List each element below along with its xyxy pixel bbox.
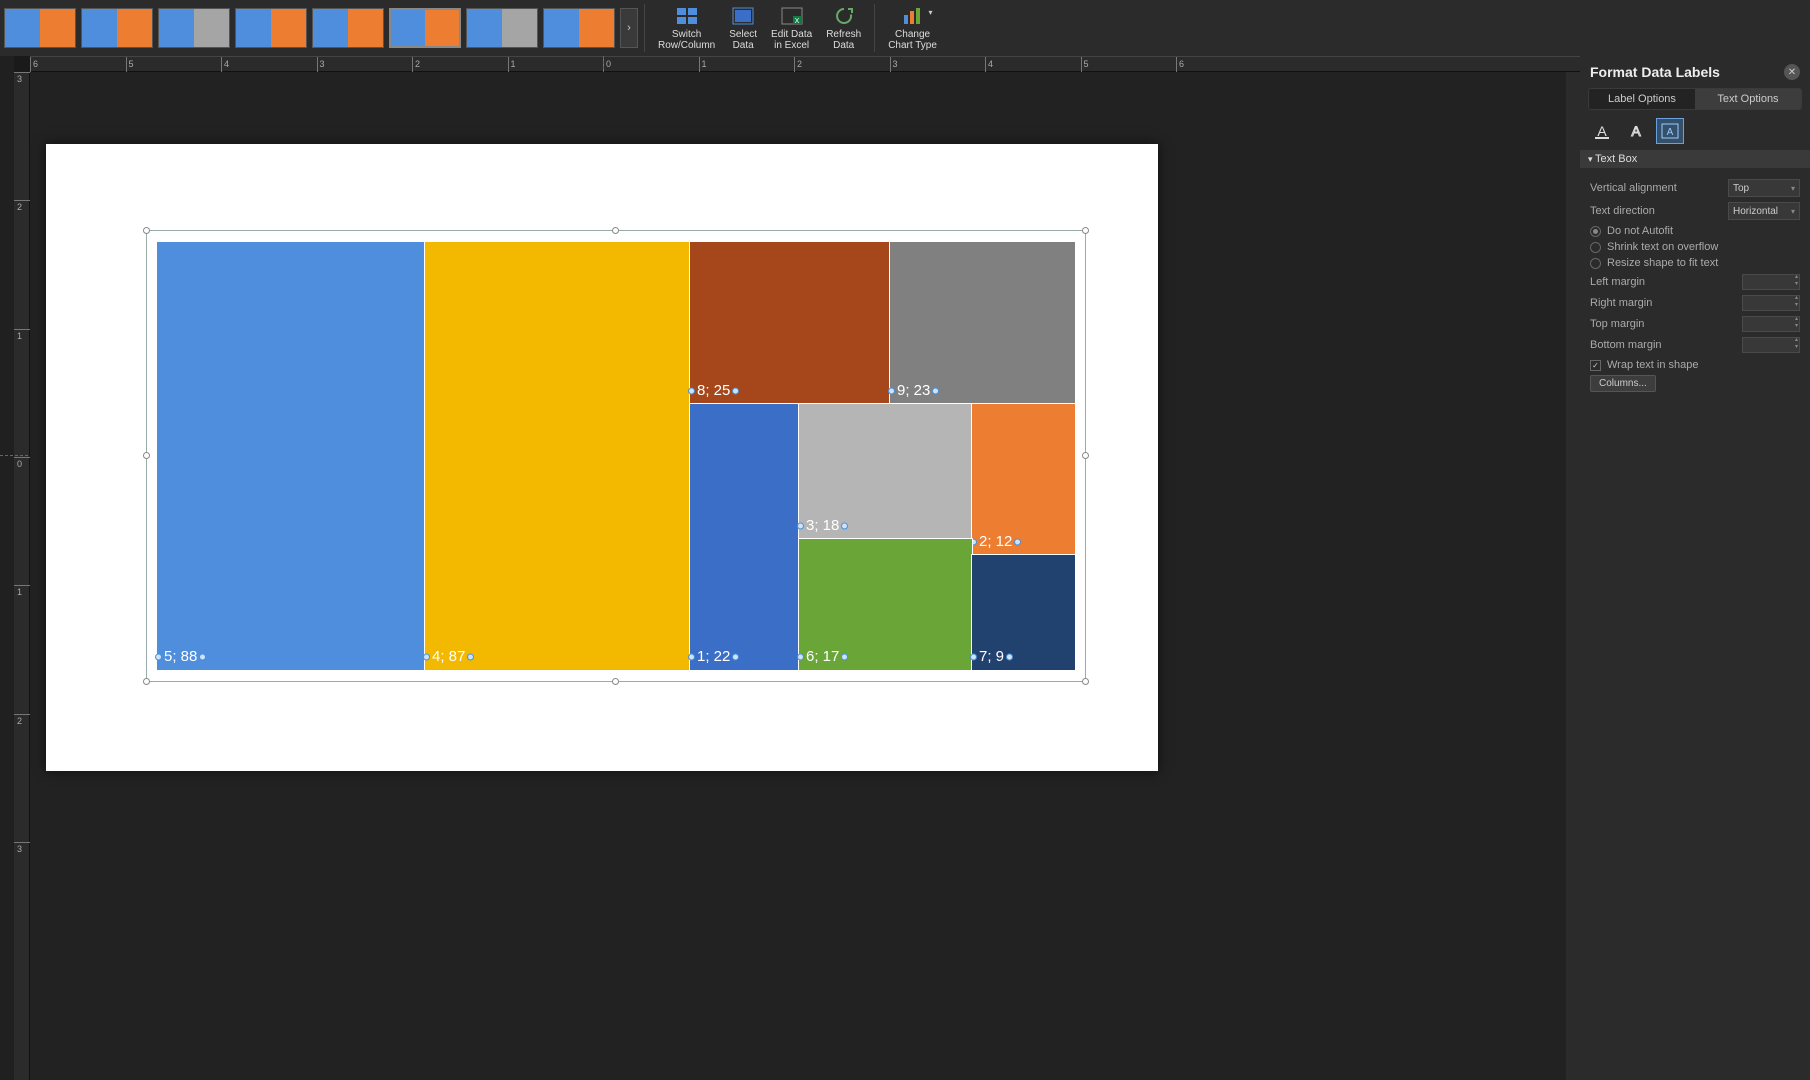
top-margin-input[interactable] <box>1742 316 1800 332</box>
format-pane-tabs: Label Options Text Options <box>1588 88 1802 110</box>
left-margin-label: Left margin <box>1590 276 1742 288</box>
data-label-3[interactable]: 3; 18 <box>803 516 842 535</box>
slide-canvas: 5; 88 4; 87 8; 25 9; 23 1; 22 3; 18 2; 12 6; 17… <box>30 72 1580 1080</box>
treemap-cell-9[interactable]: 9; 23 <box>890 242 1075 404</box>
text-direction-label: Text direction <box>1590 205 1728 217</box>
edit-data-excel-button[interactable]: X Edit Data in Excel <box>764 0 819 56</box>
refresh-data-button[interactable]: Refresh Data <box>819 0 868 56</box>
svg-text:A: A <box>1597 123 1607 139</box>
data-label-8[interactable]: 8; 25 <box>694 381 733 400</box>
treemap-chart[interactable]: 5; 88 4; 87 8; 25 9; 23 1; 22 3; 18 2; 12 6; 17… <box>157 242 1075 670</box>
wrap-text-checkbox[interactable]: ✓Wrap text in shape <box>1590 359 1800 371</box>
autofit-shrink-radio[interactable]: Shrink text on overflow <box>1590 241 1800 253</box>
text-effects-icon[interactable]: A <box>1622 118 1650 144</box>
treemap-cell-5[interactable]: 5; 88 <box>157 242 425 670</box>
data-label-1[interactable]: 1; 22 <box>694 647 733 666</box>
switch-row-column-icon <box>675 6 699 26</box>
data-label-2[interactable]: 2; 12 <box>976 532 1015 551</box>
refresh-icon <box>832 6 856 26</box>
top-margin-label: Top margin <box>1590 318 1742 330</box>
section-text-box[interactable]: Text Box <box>1580 150 1810 168</box>
data-label-6[interactable]: 6; 17 <box>803 647 842 666</box>
slide[interactable]: 5; 88 4; 87 8; 25 9; 23 1; 22 3; 18 2; 12 6; 17… <box>46 144 1158 771</box>
tab-text-options[interactable]: Text Options <box>1695 89 1801 109</box>
data-label-5[interactable]: 5; 88 <box>161 647 200 666</box>
vertical-alignment-label: Vertical alignment <box>1590 182 1728 194</box>
format-pane-title: Format Data Labels <box>1590 64 1720 80</box>
right-margin-label: Right margin <box>1590 297 1742 309</box>
treemap-cell-7[interactable]: 7; 9 <box>972 555 1075 670</box>
right-margin-input[interactable] <box>1742 295 1800 311</box>
chart-style-4[interactable] <box>235 8 307 48</box>
vertical-scrollbar[interactable] <box>1566 72 1580 1080</box>
svg-text:A: A <box>1631 123 1641 139</box>
chart-style-more[interactable]: › <box>620 8 638 48</box>
select-data-icon <box>731 6 755 26</box>
tab-label-options[interactable]: Label Options <box>1589 89 1695 109</box>
treemap-cell-1[interactable]: 1; 22 <box>690 404 799 670</box>
chart-style-5[interactable] <box>312 8 384 48</box>
switch-row-column-button[interactable]: Switch Row/Column <box>651 0 722 56</box>
data-label-4[interactable]: 4; 87 <box>429 647 468 666</box>
vertical-alignment-select[interactable]: Top <box>1728 179 1800 197</box>
chart-style-7[interactable] <box>466 8 538 48</box>
treemap-cell-4[interactable]: 4; 87 <box>425 242 690 670</box>
autofit-none-radio[interactable]: Do not Autofit <box>1590 225 1800 237</box>
chart-style-2[interactable] <box>81 8 153 48</box>
chart-style-3[interactable] <box>158 8 230 48</box>
vertical-ruler: 3210123 <box>14 72 30 1080</box>
close-pane-button[interactable]: ✕ <box>1784 64 1800 80</box>
treemap-cell-6[interactable]: 6; 17 <box>799 539 972 670</box>
change-chart-type-button[interactable]: ▾ Change Chart Type <box>881 0 944 56</box>
treemap-cell-3[interactable]: 3; 18 <box>799 404 972 539</box>
select-data-button[interactable]: Select Data <box>722 0 764 56</box>
left-margin-input[interactable] <box>1742 274 1800 290</box>
autofit-resize-radio[interactable]: Resize shape to fit text <box>1590 257 1800 269</box>
bottom-margin-label: Bottom margin <box>1590 339 1742 351</box>
chart-style-6[interactable] <box>389 8 461 48</box>
chart-design-ribbon: › Switch Row/Column Select Data X Edit D… <box>0 0 1810 56</box>
chart-style-8[interactable] <box>543 8 615 48</box>
data-label-7[interactable]: 7; 9 <box>976 647 1007 666</box>
format-pane: Format Data Labels ✕ Label Options Text … <box>1580 56 1810 1080</box>
left-edge-stripe <box>0 56 14 1080</box>
change-chart-type-icon: ▾ <box>901 6 925 26</box>
chart-style-gallery: › <box>0 8 638 48</box>
treemap-cell-8[interactable]: 8; 25 <box>690 242 890 404</box>
textbox-icon[interactable]: A <box>1656 118 1684 144</box>
treemap-cell-2[interactable]: 2; 12 <box>972 404 1075 555</box>
bottom-margin-input[interactable] <box>1742 337 1800 353</box>
svg-text:A: A <box>1667 127 1674 138</box>
data-label-9[interactable]: 9; 23 <box>894 381 933 400</box>
columns-button[interactable]: Columns... <box>1590 375 1656 392</box>
chart-style-1[interactable] <box>4 8 76 48</box>
edit-data-excel-icon: X <box>780 6 804 26</box>
text-fill-outline-icon[interactable]: A <box>1588 118 1616 144</box>
text-direction-select[interactable]: Horizontal <box>1728 202 1800 220</box>
svg-text:X: X <box>794 18 799 25</box>
horizontal-ruler: 6543210123456 <box>30 56 1580 72</box>
